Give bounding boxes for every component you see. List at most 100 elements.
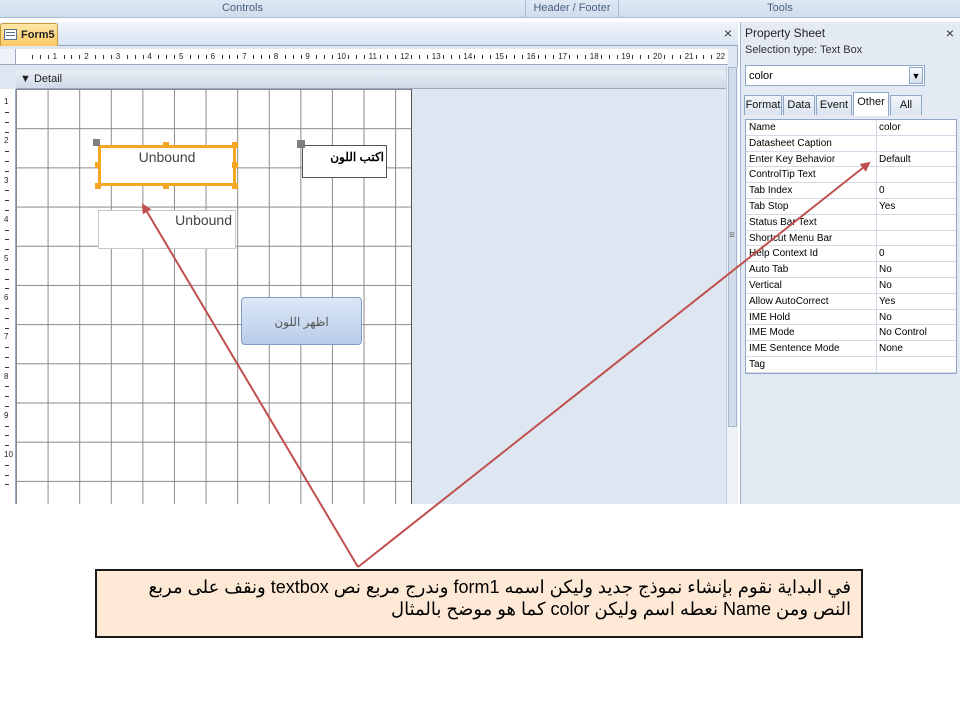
ruler-tick — [490, 55, 492, 59]
ruler-tick — [253, 55, 255, 59]
ruler-tick — [513, 55, 515, 59]
property-value[interactable]: No — [876, 277, 958, 293]
ruler-tick — [5, 131, 9, 133]
tab-format[interactable]: Format — [744, 95, 782, 115]
property-row[interactable]: IME Hold No — [746, 309, 958, 326]
resize-handle[interactable] — [163, 183, 169, 189]
chevron-down-icon[interactable]: ▼ — [909, 67, 923, 84]
property-name: Auto Tab — [749, 264, 789, 276]
tab-data[interactable]: Data — [783, 95, 815, 115]
ruler-tick — [640, 55, 642, 59]
ruler-number: 4 — [147, 52, 152, 61]
property-value[interactable] — [876, 356, 958, 372]
property-value[interactable] — [876, 230, 958, 246]
vertical-scrollbar[interactable] — [726, 67, 738, 504]
tab-other[interactable]: Other — [853, 92, 889, 116]
ruler-tick — [584, 55, 586, 59]
property-value[interactable]: 0 — [876, 183, 958, 199]
tab-event[interactable]: Event — [816, 95, 852, 115]
property-row[interactable]: Status Bar Text — [746, 214, 958, 231]
property-value[interactable]: No — [876, 262, 958, 278]
property-value[interactable]: 0 — [876, 246, 958, 262]
property-row[interactable]: Datasheet Caption — [746, 135, 958, 152]
show-color-button[interactable]: اظهر اللون — [241, 297, 362, 345]
ruler-corner[interactable] — [0, 49, 16, 65]
property-row[interactable]: ControlTip Text — [746, 167, 958, 184]
property-row[interactable]: Auto Tab No — [746, 262, 956, 278]
ruler-tick — [482, 55, 484, 59]
splitter-grip-icon[interactable]: ≡ — [729, 230, 735, 241]
form-design-window: Form5 × 1 2 3 4 5 6 7 8 9 10 11 12 13 14 15 16 17 18 19 20 2… — [0, 22, 738, 504]
property-row[interactable]: Help Context Id 0 — [746, 246, 958, 263]
ruler-tick — [347, 55, 349, 59]
property-value[interactable]: No Control — [876, 325, 958, 341]
ruler-tick — [5, 170, 9, 172]
ruler-tick — [545, 55, 547, 59]
property-row[interactable]: Allow AutoCorrect Yes — [746, 293, 958, 310]
resize-handle[interactable] — [163, 142, 169, 148]
ruler-tick — [142, 55, 144, 59]
textbox-selected[interactable]: Unbound — [98, 145, 236, 186]
section-bar-detail[interactable]: ▼ Detail — [16, 71, 728, 89]
move-handle[interactable] — [297, 140, 305, 148]
ruler-number: 8 — [273, 52, 279, 61]
ruler-tick — [205, 55, 207, 59]
horizontal-ruler[interactable]: 1 2 3 4 5 6 7 8 9 10 11 12 13 14 15 16 17 18 19 20 21 22 — [16, 49, 728, 65]
ruler-tick — [5, 190, 9, 192]
property-value[interactable]: Default — [876, 151, 958, 167]
property-value[interactable]: No — [876, 309, 958, 325]
vertical-ruler[interactable]: 1 2 3 4 5 6 7 8 9 10 — [0, 89, 16, 504]
ruler-tick — [126, 55, 128, 59]
close-icon[interactable]: × — [724, 25, 732, 41]
ruler-tick — [5, 484, 9, 486]
resize-handle[interactable] — [232, 142, 238, 148]
label-write-color[interactable]: اكتب اللون — [302, 145, 387, 178]
property-value[interactable] — [876, 135, 958, 151]
property-name: Tab Index — [749, 185, 793, 197]
property-name: Shortcut Menu Bar — [749, 232, 833, 244]
textbox-value: Unbound — [138, 149, 196, 165]
resize-handle[interactable] — [232, 162, 238, 168]
ruler-tick — [5, 268, 9, 270]
ruler-tick — [5, 464, 9, 466]
property-row[interactable]: Tag — [746, 356, 958, 373]
resize-handle[interactable] — [95, 162, 101, 168]
ruler-number: 7 — [4, 332, 9, 342]
ruler-tick — [5, 121, 9, 123]
ruler-number: 2 — [84, 52, 89, 61]
scrollbar-thumb[interactable] — [728, 67, 737, 427]
property-row[interactable]: Name color — [746, 120, 956, 136]
ruler-number: 7 — [242, 52, 247, 61]
property-value[interactable]: Yes — [876, 293, 958, 309]
property-value[interactable] — [876, 214, 958, 230]
property-row[interactable]: Vertical No — [746, 277, 958, 294]
property-row[interactable]: Tab Index 0 — [746, 183, 956, 199]
close-icon[interactable]: × — [946, 25, 954, 41]
property-value[interactable]: Yes — [876, 198, 958, 214]
move-handle[interactable] — [93, 139, 100, 146]
resize-handle[interactable] — [95, 183, 101, 189]
ruler-number: 11 — [368, 52, 377, 61]
ruler-tick — [300, 55, 302, 59]
ruler-number: 5 — [179, 52, 184, 61]
ruler-number: 3 — [115, 52, 121, 61]
ruler-tick — [261, 55, 262, 59]
property-name: ControlTip Text — [749, 169, 816, 181]
resize-handle[interactable] — [232, 183, 238, 189]
ruler-tick — [292, 55, 294, 59]
property-value[interactable]: None — [876, 341, 958, 357]
tab-all[interactable]: All — [890, 95, 922, 115]
ruler-tick — [103, 55, 104, 59]
ribbon-group-bar: Controls Header / Footer Tools — [0, 0, 960, 18]
control-selector-combo[interactable]: color ▼ — [745, 65, 925, 86]
property-row[interactable]: Shortcut Menu Bar — [746, 230, 958, 247]
textbox-second[interactable]: Unbound — [98, 210, 236, 249]
property-value[interactable] — [876, 167, 958, 183]
property-value[interactable]: color — [876, 120, 958, 135]
property-row[interactable]: Enter Key Behavior Default — [746, 151, 958, 168]
property-row[interactable]: IME Sentence Mode None — [746, 341, 956, 357]
tab-form5[interactable]: Form5 — [0, 23, 58, 46]
ruler-tick — [379, 55, 381, 59]
property-row[interactable]: Tab Stop Yes — [746, 198, 958, 215]
property-row[interactable]: IME Mode No Control — [746, 325, 958, 342]
